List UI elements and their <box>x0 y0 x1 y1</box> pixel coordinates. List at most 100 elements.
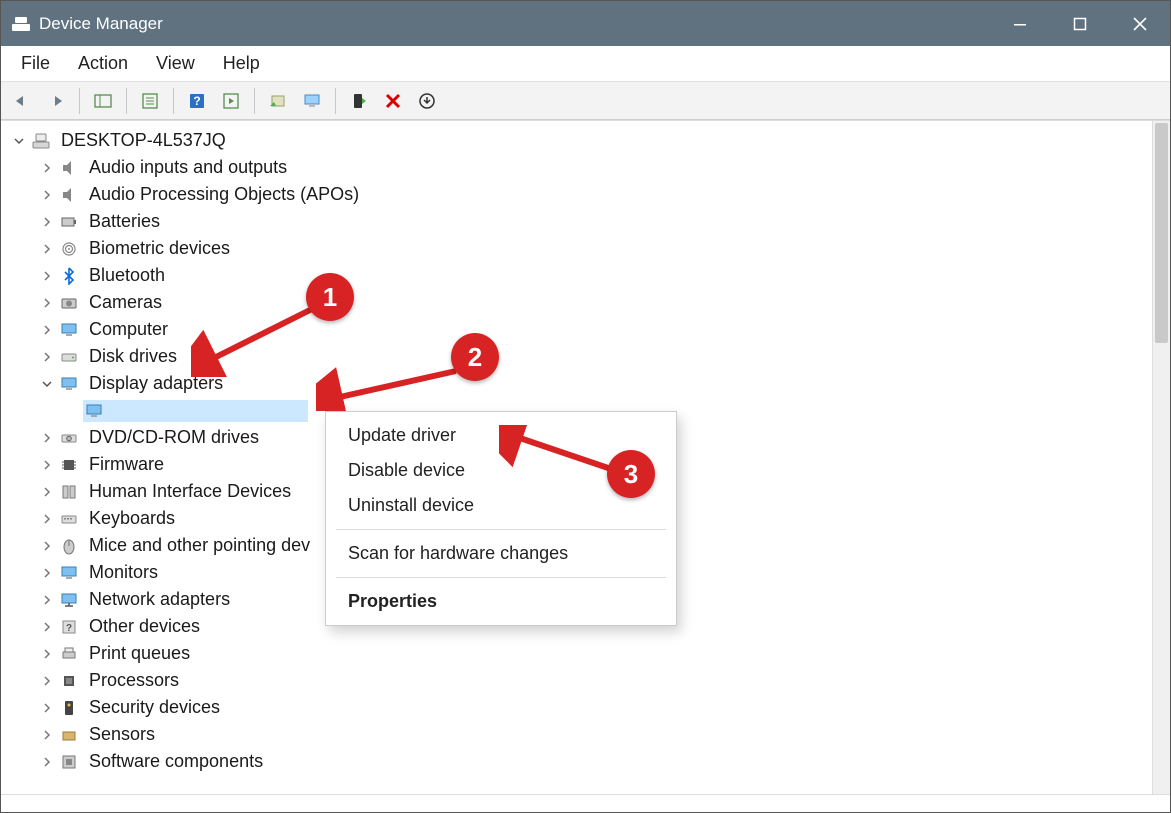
tree-label: Network adapters <box>87 588 232 611</box>
tree-label: Human Interface Devices <box>87 480 293 503</box>
network-icon <box>59 590 79 610</box>
tree-label: Processors <box>87 669 181 692</box>
keyboard-icon <box>59 509 79 529</box>
tree-category-display-adapters[interactable]: Display adapters <box>11 370 1142 397</box>
chevron-right-icon[interactable] <box>39 592 55 608</box>
mouse-icon <box>59 536 79 556</box>
chevron-right-icon[interactable] <box>39 322 55 338</box>
vertical-scrollbar[interactable] <box>1152 121 1170 794</box>
menu-view[interactable]: View <box>142 49 209 78</box>
svg-text:?: ? <box>193 94 200 108</box>
nav-back-button[interactable] <box>7 86 37 116</box>
enable-device-button[interactable] <box>344 86 374 116</box>
tree-category[interactable]: Sensors <box>11 721 1142 748</box>
context-menu-separator <box>336 577 666 578</box>
optical-drive-icon <box>59 428 79 448</box>
software-component-icon <box>59 752 79 772</box>
battery-icon <box>59 212 79 232</box>
context-menu-separator <box>336 529 666 530</box>
help-button[interactable]: ? <box>182 86 212 116</box>
tree-category[interactable]: Print queues <box>11 640 1142 667</box>
nav-forward-button[interactable] <box>41 86 71 116</box>
window-title: Device Manager <box>39 14 163 34</box>
chevron-right-icon[interactable] <box>39 187 55 203</box>
context-menu-properties[interactable]: Properties <box>326 584 676 619</box>
tree-category[interactable]: Batteries <box>11 208 1142 235</box>
hid-icon <box>59 482 79 502</box>
security-icon <box>59 698 79 718</box>
chevron-right-icon[interactable] <box>39 619 55 635</box>
display-adapter-icon <box>59 374 79 394</box>
tree-label: Sensors <box>87 723 157 746</box>
menu-action[interactable]: Action <box>64 49 142 78</box>
tree-category[interactable]: Disk drives <box>11 343 1142 370</box>
fingerprint-icon <box>59 239 79 259</box>
menu-file[interactable]: File <box>7 49 64 78</box>
tree-category[interactable]: Audio Processing Objects (APOs) <box>11 181 1142 208</box>
annotation-badge-2: 2 <box>451 333 499 381</box>
tree-label: Mice and other pointing dev <box>87 534 312 557</box>
properties-button[interactable] <box>135 86 165 116</box>
tree-label: Other devices <box>87 615 202 638</box>
tree-category[interactable]: Cameras <box>11 289 1142 316</box>
tree-category[interactable]: Computer <box>11 316 1142 343</box>
bluetooth-icon <box>59 266 79 286</box>
annotation-badge-3: 3 <box>607 450 655 498</box>
chevron-right-icon[interactable] <box>39 268 55 284</box>
unknown-device-icon: ? <box>59 617 79 637</box>
disable-device-button[interactable] <box>378 86 408 116</box>
chevron-right-icon[interactable] <box>39 484 55 500</box>
chevron-right-icon[interactable] <box>39 565 55 581</box>
tree-category[interactable]: Processors <box>11 667 1142 694</box>
chevron-right-icon[interactable] <box>39 511 55 527</box>
speaker-icon <box>59 158 79 178</box>
printer-icon <box>59 644 79 664</box>
display-adapter-icon <box>84 401 104 421</box>
show-hide-tree-button[interactable] <box>88 86 118 116</box>
chevron-right-icon[interactable] <box>39 646 55 662</box>
tree-category[interactable]: Audio inputs and outputs <box>11 154 1142 181</box>
chevron-right-icon[interactable] <box>39 727 55 743</box>
chevron-down-icon[interactable] <box>11 133 27 149</box>
monitor-icon <box>59 563 79 583</box>
context-menu: Update driver Disable device Uninstall d… <box>325 411 677 626</box>
chevron-down-icon[interactable] <box>39 376 55 392</box>
chevron-right-icon[interactable] <box>39 430 55 446</box>
tree-category[interactable]: Biometric devices <box>11 235 1142 262</box>
computer-root-icon <box>31 131 51 151</box>
chevron-right-icon[interactable] <box>39 457 55 473</box>
chevron-right-icon[interactable] <box>39 349 55 365</box>
chevron-right-icon[interactable] <box>39 160 55 176</box>
tree-label: Display adapters <box>87 372 225 395</box>
uninstall-device-button[interactable] <box>412 86 442 116</box>
context-menu-scan-hardware[interactable]: Scan for hardware changes <box>326 536 676 571</box>
tree-category[interactable]: Software components <box>11 748 1142 775</box>
minimize-button[interactable] <box>990 1 1050 46</box>
drive-icon <box>59 347 79 367</box>
scan-hardware-button[interactable] <box>263 86 293 116</box>
chevron-right-icon[interactable] <box>39 673 55 689</box>
tree-label: Audio Processing Objects (APOs) <box>87 183 361 206</box>
tree-category[interactable]: Bluetooth <box>11 262 1142 289</box>
update-driver-button[interactable] <box>297 86 327 116</box>
action-list-button[interactable] <box>216 86 246 116</box>
chevron-right-icon[interactable] <box>39 214 55 230</box>
maximize-button[interactable] <box>1050 1 1110 46</box>
monitor-icon <box>59 320 79 340</box>
chevron-right-icon[interactable] <box>39 538 55 554</box>
scrollbar-thumb[interactable] <box>1155 123 1168 343</box>
tree-category[interactable]: Security devices <box>11 694 1142 721</box>
chevron-right-icon[interactable] <box>39 241 55 257</box>
context-menu-update-driver[interactable]: Update driver <box>326 418 676 453</box>
tree-label: Bluetooth <box>87 264 167 287</box>
chevron-right-icon[interactable] <box>39 700 55 716</box>
menu-help[interactable]: Help <box>209 49 274 78</box>
close-button[interactable] <box>1110 1 1170 46</box>
chevron-right-icon[interactable] <box>39 295 55 311</box>
chevron-right-icon[interactable] <box>39 754 55 770</box>
tree-label: Biometric devices <box>87 237 232 260</box>
svg-text:?: ? <box>66 623 72 634</box>
speaker-icon <box>59 185 79 205</box>
tree-root[interactable]: DESKTOP-4L537JQ <box>11 127 1142 154</box>
content-area: DESKTOP-4L537JQ Audio inputs and outputs… <box>1 120 1170 794</box>
